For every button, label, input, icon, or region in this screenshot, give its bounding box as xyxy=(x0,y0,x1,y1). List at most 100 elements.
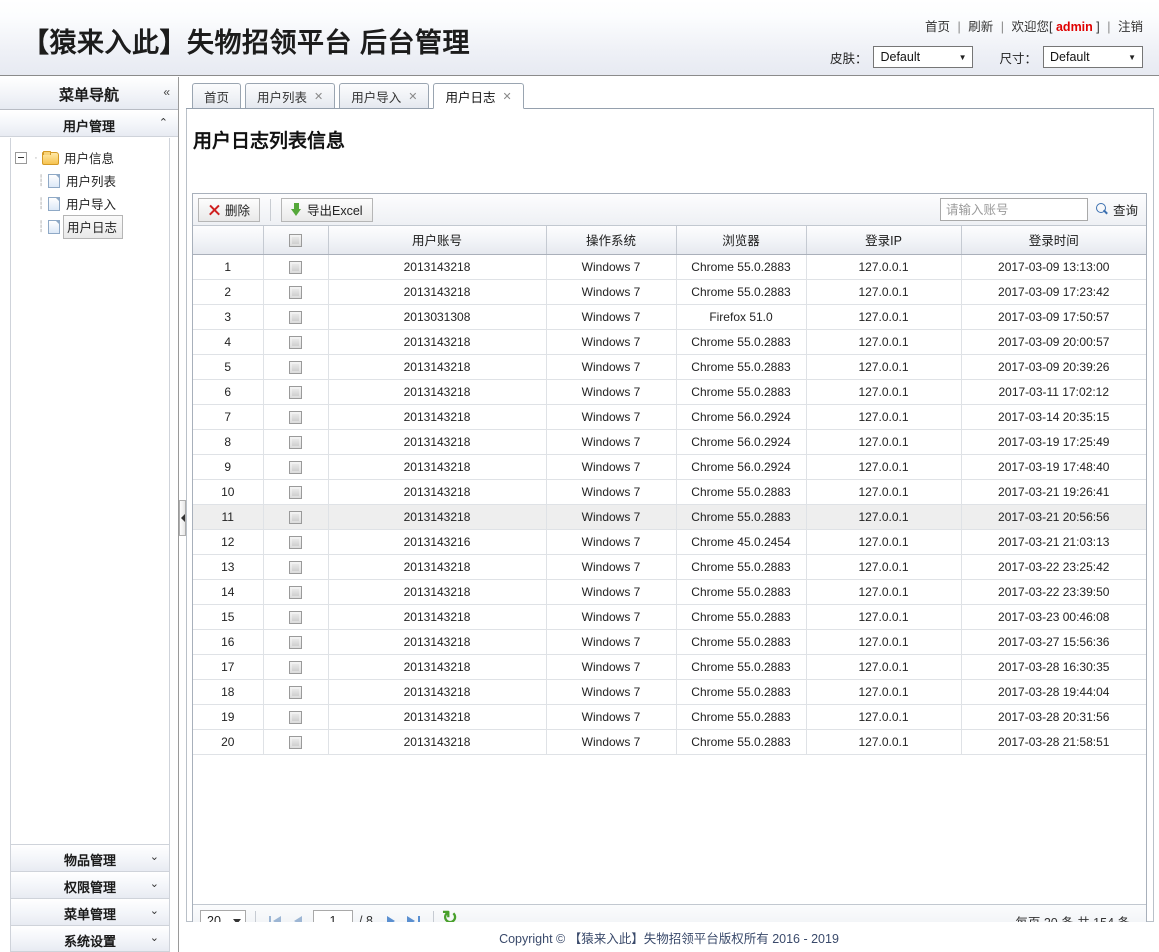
table-row[interactable]: 20 2013143218 Windows 7 Chrome 55.0.2883 127… xyxy=(193,729,1146,755)
cell-checkbox[interactable] xyxy=(263,529,329,555)
cell-checkbox[interactable] xyxy=(263,504,329,530)
row-checkbox[interactable] xyxy=(289,635,302,649)
size-select[interactable]: Default xyxy=(1043,46,1143,68)
row-checkbox[interactable] xyxy=(289,260,302,274)
table-row[interactable]: 18 2013143218 Windows 7 Chrome 55.0.2883 127… xyxy=(193,679,1146,705)
row-checkbox[interactable] xyxy=(289,685,302,699)
table-row[interactable]: 6 2013143218 Windows 7 Chrome 55.0.2883 127.… xyxy=(193,379,1146,405)
table-row[interactable]: 17 2013143218 Windows 7 Chrome 55.0.2883 127… xyxy=(193,654,1146,680)
close-icon[interactable]: ✕ xyxy=(314,90,323,103)
search-input[interactable] xyxy=(939,198,1088,221)
collapse-node-icon[interactable] xyxy=(15,151,27,164)
accordion-header-user-management[interactable]: 用户管理 ⌃ xyxy=(0,110,178,136)
row-checkbox[interactable] xyxy=(289,335,302,349)
column-header-os: 操作系统 xyxy=(546,226,677,255)
tab-user-import[interactable]: 用户导入 ✕ xyxy=(339,83,430,108)
row-checkbox[interactable] xyxy=(289,535,302,549)
skin-select[interactable]: Default xyxy=(873,46,974,68)
close-icon[interactable]: ✕ xyxy=(408,90,417,103)
table-row[interactable]: 5 2013143218 Windows 7 Chrome 55.0.2883 127.… xyxy=(193,354,1146,380)
table-row[interactable]: 14 2013143218 Windows 7 Chrome 55.0.2883 127… xyxy=(193,579,1146,605)
cell-ip: 127.0.0.1 xyxy=(806,604,962,630)
current-user: admin xyxy=(1055,20,1093,34)
row-checkbox[interactable] xyxy=(289,585,302,599)
tab-user-log[interactable]: 用户日志 ✕ xyxy=(433,83,524,109)
cell-os: Windows 7 xyxy=(546,254,677,280)
cell-time: 2017-03-27 15:56:36 xyxy=(961,629,1146,655)
cell-checkbox[interactable] xyxy=(263,579,329,605)
tree-node-user-info[interactable]: · 用户信息 xyxy=(15,146,169,169)
tab-home[interactable]: 首页 xyxy=(192,83,242,108)
cell-checkbox[interactable] xyxy=(263,304,329,330)
select-all-checkbox[interactable] xyxy=(289,233,302,247)
sidebar-item-user-import[interactable]: ┆ 用户导入 xyxy=(15,192,169,215)
row-checkbox[interactable] xyxy=(289,710,302,724)
table-row[interactable]: 8 2013143218 Windows 7 Chrome 56.0.2924 127.… xyxy=(193,429,1146,455)
cell-time: 2017-03-14 20:35:15 xyxy=(961,404,1146,430)
sidebar-item-user-log[interactable]: ┆ 用户日志 xyxy=(15,214,169,239)
cell-checkbox[interactable] xyxy=(263,429,329,455)
table-row[interactable]: 13 2013143218 Windows 7 Chrome 55.0.2883 127… xyxy=(193,554,1146,580)
table-row[interactable]: 19 2013143218 Windows 7 Chrome 55.0.2883 127… xyxy=(193,704,1146,730)
table-row[interactable]: 10 2013143218 Windows 7 Chrome 55.0.2883 127… xyxy=(193,479,1146,505)
cell-checkbox[interactable] xyxy=(263,704,329,730)
row-checkbox[interactable] xyxy=(289,485,302,499)
cell-checkbox[interactable] xyxy=(263,454,329,480)
cell-checkbox[interactable] xyxy=(263,404,329,430)
accordion-header-system-settings[interactable]: 系统设置 ⌄ xyxy=(10,925,170,952)
cell-no: 5 xyxy=(193,354,264,380)
row-checkbox[interactable] xyxy=(289,310,302,324)
row-checkbox[interactable] xyxy=(289,410,302,424)
row-checkbox[interactable] xyxy=(289,610,302,624)
row-checkbox[interactable] xyxy=(289,660,302,674)
delete-button[interactable]: 删除 xyxy=(198,197,261,222)
cell-checkbox[interactable] xyxy=(263,554,329,580)
tab-user-list[interactable]: 用户列表 ✕ xyxy=(245,83,336,108)
cell-checkbox[interactable] xyxy=(263,329,329,355)
cell-checkbox[interactable] xyxy=(263,379,329,405)
close-icon[interactable]: ✕ xyxy=(503,90,512,103)
table-row[interactable]: 7 2013143218 Windows 7 Chrome 56.0.2924 127.… xyxy=(193,404,1146,430)
cell-checkbox[interactable] xyxy=(263,604,329,630)
sidebar-splitter-handle[interactable] xyxy=(179,500,186,536)
cell-checkbox[interactable] xyxy=(263,729,329,755)
row-checkbox[interactable] xyxy=(289,285,302,299)
table-row[interactable]: 4 2013143218 Windows 7 Chrome 55.0.2883 127.… xyxy=(193,329,1146,355)
cell-checkbox[interactable] xyxy=(263,629,329,655)
row-checkbox[interactable] xyxy=(289,735,302,749)
table-row[interactable]: 1 2013143218 Windows 7 Chrome 55.0.2883 127.… xyxy=(193,254,1146,280)
export-excel-button[interactable]: 导出Excel xyxy=(281,197,373,222)
collapse-sidebar-icon[interactable]: « xyxy=(163,85,170,99)
row-checkbox[interactable] xyxy=(289,360,302,374)
row-checkbox[interactable] xyxy=(289,460,302,474)
table-row[interactable]: 15 2013143218 Windows 7 Chrome 55.0.2883 127… xyxy=(193,604,1146,630)
search-button[interactable]: 查询 xyxy=(1095,200,1138,219)
accordion-header-goods-management[interactable]: 物品管理 ⌄ xyxy=(10,844,170,871)
cell-os: Windows 7 xyxy=(546,279,677,305)
table-row[interactable]: 16 2013143218 Windows 7 Chrome 55.0.2883 127… xyxy=(193,629,1146,655)
cell-os: Windows 7 xyxy=(546,354,677,380)
accordion-header-menu-management[interactable]: 菜单管理 ⌄ xyxy=(10,898,170,925)
accordion-header-permission-management[interactable]: 权限管理 ⌄ xyxy=(10,871,170,898)
cell-browser: Chrome 55.0.2883 xyxy=(676,379,807,405)
table-row[interactable]: 11 2013143218 Windows 7 Chrome 55.0.2883 127… xyxy=(193,504,1146,530)
cell-checkbox[interactable] xyxy=(263,354,329,380)
table-row[interactable]: 12 2013143216 Windows 7 Chrome 45.0.2454 127… xyxy=(193,529,1146,555)
cell-browser: Chrome 56.0.2924 xyxy=(676,404,807,430)
row-checkbox[interactable] xyxy=(289,385,302,399)
cell-checkbox[interactable] xyxy=(263,654,329,680)
cell-checkbox[interactable] xyxy=(263,279,329,305)
home-link[interactable]: 首页 xyxy=(925,20,950,34)
cell-checkbox[interactable] xyxy=(263,679,329,705)
table-row[interactable]: 9 2013143218 Windows 7 Chrome 56.0.2924 127.… xyxy=(193,454,1146,480)
row-checkbox[interactable] xyxy=(289,560,302,574)
logout-link[interactable]: 注销 xyxy=(1118,20,1143,34)
refresh-link[interactable]: 刷新 xyxy=(968,20,993,34)
cell-checkbox[interactable] xyxy=(263,479,329,505)
sidebar-item-user-list[interactable]: ┆ 用户列表 xyxy=(15,169,169,192)
table-row[interactable]: 2 2013143218 Windows 7 Chrome 55.0.2883 127.… xyxy=(193,279,1146,305)
row-checkbox[interactable] xyxy=(289,435,302,449)
row-checkbox[interactable] xyxy=(289,510,302,524)
table-row[interactable]: 3 2013031308 Windows 7 Firefox 51.0 127.0.0.… xyxy=(193,304,1146,330)
cell-checkbox[interactable] xyxy=(263,254,329,280)
